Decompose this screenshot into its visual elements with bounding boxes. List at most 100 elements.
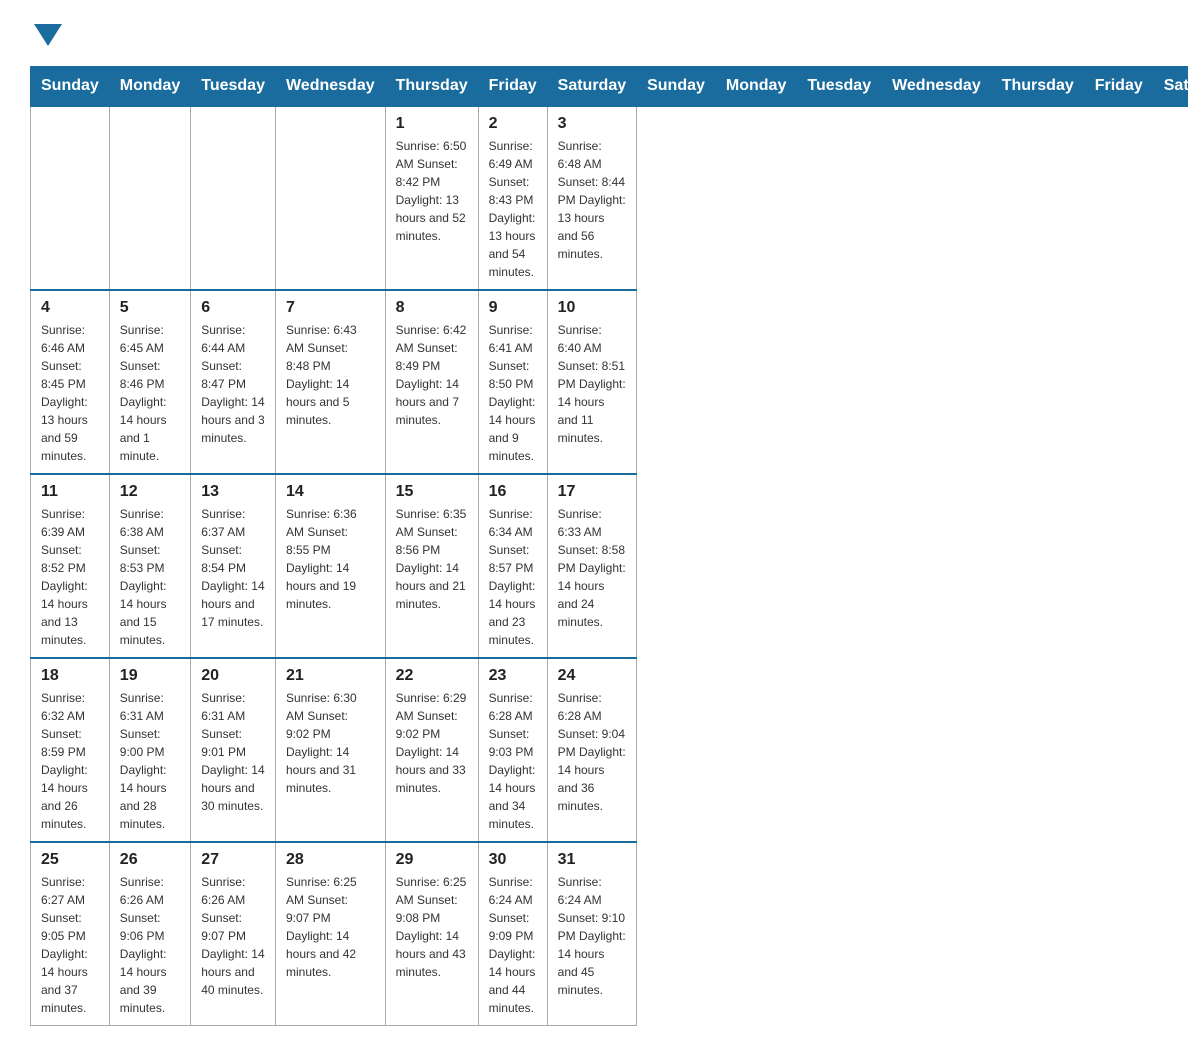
day-info: Sunrise: 6:37 AM Sunset: 8:54 PM Dayligh… (201, 505, 265, 631)
day-info: Sunrise: 6:25 AM Sunset: 9:07 PM Dayligh… (286, 873, 375, 981)
day-info: Sunrise: 6:31 AM Sunset: 9:01 PM Dayligh… (201, 689, 265, 815)
day-info: Sunrise: 6:40 AM Sunset: 8:51 PM Dayligh… (558, 321, 626, 447)
day-number: 12 (120, 483, 180, 501)
calendar-cell: 17 Sunrise: 6:33 AM Sunset: 8:58 PM Dayli… (547, 474, 636, 658)
day-of-week-header: Saturday (1153, 67, 1188, 107)
calendar-cell: 11 Sunrise: 6:39 AM Sunset: 8:52 PM Dayli… (31, 474, 110, 658)
calendar-table: SundayMondayTuesdayWednesdayThursdayFrid… (30, 66, 1188, 1026)
day-info: Sunrise: 6:46 AM Sunset: 8:45 PM Dayligh… (41, 321, 99, 465)
day-info: Sunrise: 6:36 AM Sunset: 8:55 PM Dayligh… (286, 505, 375, 613)
day-number: 5 (120, 299, 180, 317)
calendar-cell: 13 Sunrise: 6:37 AM Sunset: 8:54 PM Dayli… (191, 474, 276, 658)
calendar-cell: 19 Sunrise: 6:31 AM Sunset: 9:00 PM Dayli… (109, 658, 190, 842)
day-of-week-header: Monday (109, 67, 190, 107)
day-info: Sunrise: 6:44 AM Sunset: 8:47 PM Dayligh… (201, 321, 265, 447)
day-info: Sunrise: 6:26 AM Sunset: 9:07 PM Dayligh… (201, 873, 265, 999)
day-number: 24 (558, 667, 626, 685)
calendar-header-row: SundayMondayTuesdayWednesdayThursdayFrid… (31, 67, 1188, 107)
day-info: Sunrise: 6:28 AM Sunset: 9:03 PM Dayligh… (489, 689, 537, 833)
calendar-cell: 15 Sunrise: 6:35 AM Sunset: 8:56 PM Dayli… (385, 474, 478, 658)
day-number: 6 (201, 299, 265, 317)
day-number: 18 (41, 667, 99, 685)
day-number: 31 (558, 851, 626, 869)
day-number: 16 (489, 483, 537, 501)
day-info: Sunrise: 6:28 AM Sunset: 9:04 PM Dayligh… (558, 689, 626, 815)
calendar-cell: 12 Sunrise: 6:38 AM Sunset: 8:53 PM Dayli… (109, 474, 190, 658)
calendar-cell: 4 Sunrise: 6:46 AM Sunset: 8:45 PM Daylig… (31, 290, 110, 474)
calendar-week-row: 4 Sunrise: 6:46 AM Sunset: 8:45 PM Daylig… (31, 290, 1188, 474)
day-info: Sunrise: 6:25 AM Sunset: 9:08 PM Dayligh… (396, 873, 468, 981)
day-info: Sunrise: 6:49 AM Sunset: 8:43 PM Dayligh… (489, 137, 537, 281)
calendar-cell (31, 106, 110, 290)
calendar-cell: 24 Sunrise: 6:28 AM Sunset: 9:04 PM Dayli… (547, 658, 636, 842)
calendar-week-row: 25 Sunrise: 6:27 AM Sunset: 9:05 PM Dayli… (31, 842, 1188, 1026)
day-info: Sunrise: 6:31 AM Sunset: 9:00 PM Dayligh… (120, 689, 180, 833)
day-number: 15 (396, 483, 468, 501)
day-number: 11 (41, 483, 99, 501)
day-number: 9 (489, 299, 537, 317)
day-number: 13 (201, 483, 265, 501)
calendar-cell (109, 106, 190, 290)
day-info: Sunrise: 6:50 AM Sunset: 8:42 PM Dayligh… (396, 137, 468, 245)
day-of-week-header: Monday (715, 67, 796, 107)
day-number: 10 (558, 299, 626, 317)
calendar-cell: 25 Sunrise: 6:27 AM Sunset: 9:05 PM Dayli… (31, 842, 110, 1026)
day-info: Sunrise: 6:33 AM Sunset: 8:58 PM Dayligh… (558, 505, 626, 631)
calendar-cell: 22Sunrise: 6:29 AM Sunset: 9:02 PM Dayli… (385, 658, 478, 842)
day-number: 17 (558, 483, 626, 501)
day-info: Sunrise: 6:27 AM Sunset: 9:05 PM Dayligh… (41, 873, 99, 1017)
day-info: Sunrise: 6:41 AM Sunset: 8:50 PM Dayligh… (489, 321, 537, 465)
day-info: Sunrise: 6:34 AM Sunset: 8:57 PM Dayligh… (489, 505, 537, 649)
day-of-week-header: Sunday (637, 67, 716, 107)
day-number: 14 (286, 483, 375, 501)
day-number: 1 (396, 115, 468, 133)
day-of-week-header: Friday (478, 67, 547, 107)
day-info: Sunrise: 6:43 AM Sunset: 8:48 PM Dayligh… (286, 321, 375, 429)
day-number: 26 (120, 851, 180, 869)
day-number: 25 (41, 851, 99, 869)
day-number: 20 (201, 667, 265, 685)
calendar-cell: 2Sunrise: 6:49 AM Sunset: 8:43 PM Daylig… (478, 106, 547, 290)
day-number: 30 (489, 851, 537, 869)
day-number: 7 (286, 299, 375, 317)
day-info: Sunrise: 6:29 AM Sunset: 9:02 PM Dayligh… (396, 689, 468, 797)
calendar-cell: 1 Sunrise: 6:50 AM Sunset: 8:42 PM Daylig… (385, 106, 478, 290)
day-number: 8 (396, 299, 468, 317)
day-info: Sunrise: 6:35 AM Sunset: 8:56 PM Dayligh… (396, 505, 468, 613)
day-info: Sunrise: 6:45 AM Sunset: 8:46 PM Dayligh… (120, 321, 180, 465)
calendar-cell: 14 Sunrise: 6:36 AM Sunset: 8:55 PM Dayli… (275, 474, 385, 658)
calendar-cell: 26 Sunrise: 6:26 AM Sunset: 9:06 PM Dayli… (109, 842, 190, 1026)
calendar-cell: 16 Sunrise: 6:34 AM Sunset: 8:57 PM Dayli… (478, 474, 547, 658)
day-info: Sunrise: 6:32 AM Sunset: 8:59 PM Dayligh… (41, 689, 99, 833)
day-of-week-header: Wednesday (882, 67, 992, 107)
calendar-cell: 5 Sunrise: 6:45 AM Sunset: 8:46 PM Daylig… (109, 290, 190, 474)
day-info: Sunrise: 6:38 AM Sunset: 8:53 PM Dayligh… (120, 505, 180, 649)
calendar-cell: 9 Sunrise: 6:41 AM Sunset: 8:50 PM Daylig… (478, 290, 547, 474)
day-number: 21 (286, 667, 375, 685)
calendar-cell: 3Sunrise: 6:48 AM Sunset: 8:44 PM Daylig… (547, 106, 636, 290)
day-of-week-header: Saturday (547, 67, 636, 107)
day-info: Sunrise: 6:24 AM Sunset: 9:10 PM Dayligh… (558, 873, 626, 999)
calendar-cell: 7 Sunrise: 6:43 AM Sunset: 8:48 PM Daylig… (275, 290, 385, 474)
calendar-cell: 18 Sunrise: 6:32 AM Sunset: 8:59 PM Dayli… (31, 658, 110, 842)
calendar-cell (275, 106, 385, 290)
day-number: 19 (120, 667, 180, 685)
day-of-week-header: Tuesday (797, 67, 882, 107)
page-header (30, 20, 1158, 46)
day-of-week-header: Friday (1084, 67, 1153, 107)
calendar-cell: 31 Sunrise: 6:24 AM Sunset: 9:10 PM Dayli… (547, 842, 636, 1026)
day-info: Sunrise: 6:39 AM Sunset: 8:52 PM Dayligh… (41, 505, 99, 649)
day-info: Sunrise: 6:30 AM Sunset: 9:02 PM Dayligh… (286, 689, 375, 797)
calendar-cell (191, 106, 276, 290)
calendar-week-row: 1 Sunrise: 6:50 AM Sunset: 8:42 PM Daylig… (31, 106, 1188, 290)
day-number: 4 (41, 299, 99, 317)
day-of-week-header: Tuesday (191, 67, 276, 107)
logo-triangle-icon (34, 24, 62, 46)
calendar-cell: 21 Sunrise: 6:30 AM Sunset: 9:02 PM Dayli… (275, 658, 385, 842)
day-of-week-header: Wednesday (275, 67, 385, 107)
calendar-cell: 10 Sunrise: 6:40 AM Sunset: 8:51 PM Dayli… (547, 290, 636, 474)
calendar-cell: 6 Sunrise: 6:44 AM Sunset: 8:47 PM Daylig… (191, 290, 276, 474)
day-info: Sunrise: 6:26 AM Sunset: 9:06 PM Dayligh… (120, 873, 180, 1017)
day-number: 28 (286, 851, 375, 869)
calendar-week-row: 11 Sunrise: 6:39 AM Sunset: 8:52 PM Dayli… (31, 474, 1188, 658)
